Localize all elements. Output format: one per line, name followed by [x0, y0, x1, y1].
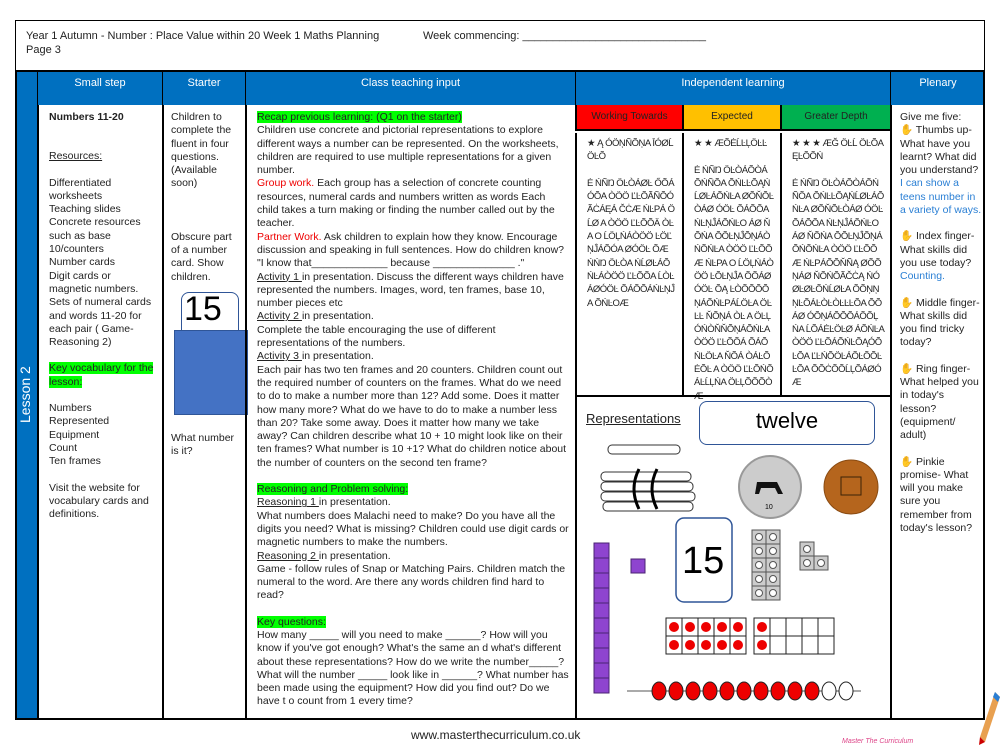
table-frame: [15, 70, 985, 720]
footer-url[interactable]: www.masterthecurriculum.co.uk: [411, 728, 580, 742]
page-number: Page 3: [26, 44, 61, 56]
mtc-logo: Master The Curriculum: [842, 738, 914, 745]
page-header: Year 1 Autumn - Number : Place Value wit…: [15, 20, 985, 71]
week-commencing: Week commencing: _______________________…: [423, 30, 706, 42]
pencil-logo-icon: [979, 692, 1000, 745]
